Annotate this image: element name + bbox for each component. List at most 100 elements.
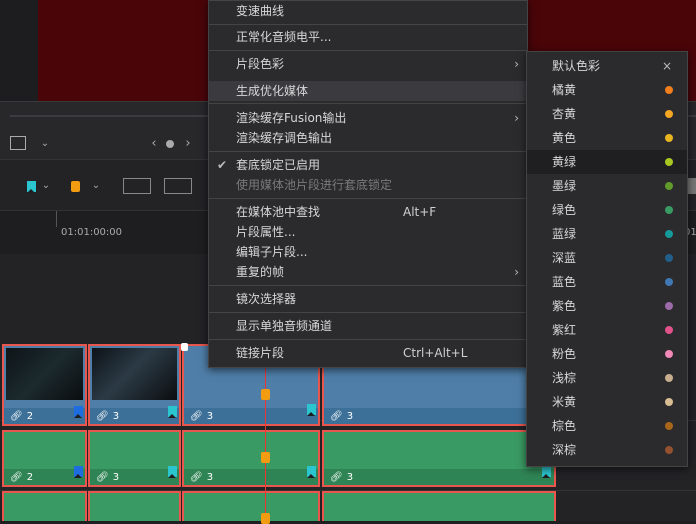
dot-icon[interactable] — [166, 140, 174, 148]
submenu-item-blue[interactable]: 蓝色 — [527, 270, 687, 294]
submenu-item-orange[interactable]: 橘黄 — [527, 78, 687, 102]
audio-clip[interactable]: 🔗︎ 3 — [182, 430, 320, 487]
clip-color-submenu: 默认色彩 × 橘黄 杏黄 黄色 黄绿 墨绿 绿色 蓝绿 深蓝 蓝色 紫色 紫红 粉… — [526, 51, 688, 467]
menu-item-find-in-media-pool[interactable]: 在媒体池中查找 Alt+F — [209, 202, 527, 222]
menu-item-label: 片段色彩 — [236, 57, 285, 71]
clip-link-count: 🔗︎ 3 — [190, 411, 213, 422]
flag-cyan-icon[interactable] — [307, 466, 316, 478]
menu-item-label: 生成优化媒体 — [236, 84, 309, 98]
chevron-down-icon[interactable]: ⌄ — [90, 178, 102, 192]
color-swatch-icon — [665, 110, 673, 118]
menu-item-label: 套底锁定已启用 — [236, 158, 321, 172]
menu-item-clip-color[interactable]: 片段色彩 › — [209, 54, 527, 74]
checkmark-icon: ✔ — [217, 158, 228, 172]
submenu-item-label: 紫红 — [552, 323, 577, 337]
clip-link-count: 🔗︎ 3 — [96, 472, 119, 483]
flag-cyan-icon[interactable] — [307, 404, 316, 416]
clip-link-count: 🔗︎ 3 — [330, 411, 353, 422]
submenu-item-lime[interactable]: 黄绿 — [527, 150, 687, 174]
menu-item-duplicate-frames[interactable]: 重复的帧 › — [209, 262, 527, 282]
menu-item-label: 片段属性... — [236, 225, 296, 239]
flag-blue-icon[interactable] — [74, 406, 83, 418]
clip-name-bar — [324, 408, 554, 424]
link-icon: 🔗︎ — [190, 472, 203, 483]
audio-clip[interactable] — [322, 491, 556, 521]
color-swatch-icon — [665, 182, 673, 190]
audio-clip[interactable] — [182, 491, 320, 521]
flag-cyan-icon[interactable] — [168, 406, 177, 418]
clip-link-count: 🔗︎ 2 — [10, 411, 33, 422]
clip-link-count: 🔗︎ 3 — [190, 472, 213, 483]
close-icon[interactable]: × — [662, 54, 672, 78]
submenu-item-olive[interactable]: 墨绿 — [527, 174, 687, 198]
chevron-right-icon: › — [514, 57, 519, 71]
submenu-item-green[interactable]: 绿色 — [527, 198, 687, 222]
menu-item-shortcut: Ctrl+Alt+L — [403, 346, 468, 360]
submenu-item-navy[interactable]: 深蓝 — [527, 246, 687, 270]
flag-cyan-icon[interactable] — [168, 466, 177, 478]
submenu-item-purple[interactable]: 紫色 — [527, 294, 687, 318]
submenu-item-beige[interactable]: 米黄 — [527, 390, 687, 414]
next-icon[interactable]: › — [182, 135, 194, 151]
menu-item-normalize-audio[interactable]: 正常化音频电平... — [209, 27, 527, 47]
submenu-item-label: 杏黄 — [552, 107, 577, 121]
flag-cyan-icon[interactable] — [27, 181, 36, 193]
chevron-down-icon[interactable]: ⌄ — [40, 178, 52, 192]
submenu-item-yellow[interactable]: 黄色 — [527, 126, 687, 150]
audio-clip[interactable] — [88, 491, 181, 521]
menu-item-show-audio-channels[interactable]: 显示单独音频通道 — [209, 316, 527, 336]
submenu-item-brown[interactable]: 棕色 — [527, 414, 687, 438]
timeline-view-icon[interactable] — [10, 136, 26, 150]
menu-item-take-selector[interactable]: 镜次选择器 — [209, 289, 527, 309]
menu-item-render-cache-fusion[interactable]: 渲染缓存Fusion输出 › — [209, 108, 527, 128]
menu-item-render-cache-color[interactable]: 渲染缓存调色输出 — [209, 128, 527, 148]
link-icon: 🔗︎ — [330, 472, 343, 483]
submenu-item-teal[interactable]: 蓝绿 — [527, 222, 687, 246]
menu-item-label: 显示单独音频通道 — [236, 319, 333, 333]
menu-item-edit-subclip[interactable]: 编辑子片段... — [209, 242, 527, 262]
clip-count: 3 — [346, 411, 354, 422]
color-swatch-icon — [665, 278, 673, 286]
marker-orange-icon[interactable] — [71, 181, 80, 192]
menu-item-label: 重复的帧 — [236, 265, 285, 279]
zoom-full-icon[interactable] — [123, 178, 151, 194]
submenu-item-chocolate[interactable]: 深棕 — [527, 438, 687, 462]
video-clip[interactable]: 🔗︎ 3 — [88, 344, 181, 426]
audio-clip[interactable]: 🔗︎ 3 — [322, 430, 556, 487]
zoom-detail-icon[interactable] — [164, 178, 192, 194]
prev-icon[interactable]: ‹ — [148, 135, 160, 151]
clip-link-count: 🔗︎ 3 — [330, 472, 353, 483]
chevron-down-icon[interactable]: ⌄ — [38, 135, 52, 151]
flag-cyan-icon[interactable] — [542, 466, 551, 478]
playhead-handle[interactable] — [181, 343, 188, 351]
audio-clip[interactable] — [2, 491, 87, 521]
menu-item-link-clips[interactable]: 链接片段 Ctrl+Alt+L — [209, 343, 527, 363]
clip-count: 3 — [346, 472, 354, 483]
submenu-item-label: 深棕 — [552, 443, 577, 457]
menu-item-label: 变速曲线 — [236, 4, 285, 18]
submenu-item-tan[interactable]: 浅棕 — [527, 366, 687, 390]
submenu-item-label: 绿色 — [552, 203, 577, 217]
submenu-item-apricot[interactable]: 杏黄 — [527, 102, 687, 126]
marker-orange-icon[interactable] — [261, 389, 270, 400]
submenu-item-default-color[interactable]: 默认色彩 × — [527, 54, 687, 78]
color-swatch-icon — [665, 422, 673, 430]
flag-blue-icon[interactable] — [74, 466, 83, 478]
menu-item-generate-optimized-media[interactable]: 生成优化媒体 — [209, 81, 527, 101]
clip-count: 3 — [112, 472, 120, 483]
clip-link-count: 🔗︎ 2 — [10, 472, 33, 483]
marker-orange-icon[interactable] — [261, 513, 270, 524]
color-swatch-icon — [665, 398, 673, 406]
audio-clip[interactable]: 🔗︎ 3 — [88, 430, 181, 487]
submenu-item-magenta[interactable]: 紫红 — [527, 318, 687, 342]
color-swatch-icon — [665, 374, 673, 382]
video-clip[interactable]: 🔗︎ 2 — [2, 344, 87, 426]
marker-orange-icon[interactable] — [261, 452, 270, 463]
menu-item-conform-lock[interactable]: ✔ 套底锁定已启用 — [209, 155, 527, 175]
audio-clip[interactable]: 🔗︎ 2 — [2, 430, 87, 487]
menu-item-label: 编辑子片段... — [236, 245, 308, 259]
menu-item-clip-attributes[interactable]: 片段属性... — [209, 222, 527, 242]
menu-item-speed-curve[interactable]: 变速曲线 — [209, 1, 527, 21]
submenu-item-pink[interactable]: 粉色 — [527, 342, 687, 366]
clip-count: 3 — [206, 411, 214, 422]
